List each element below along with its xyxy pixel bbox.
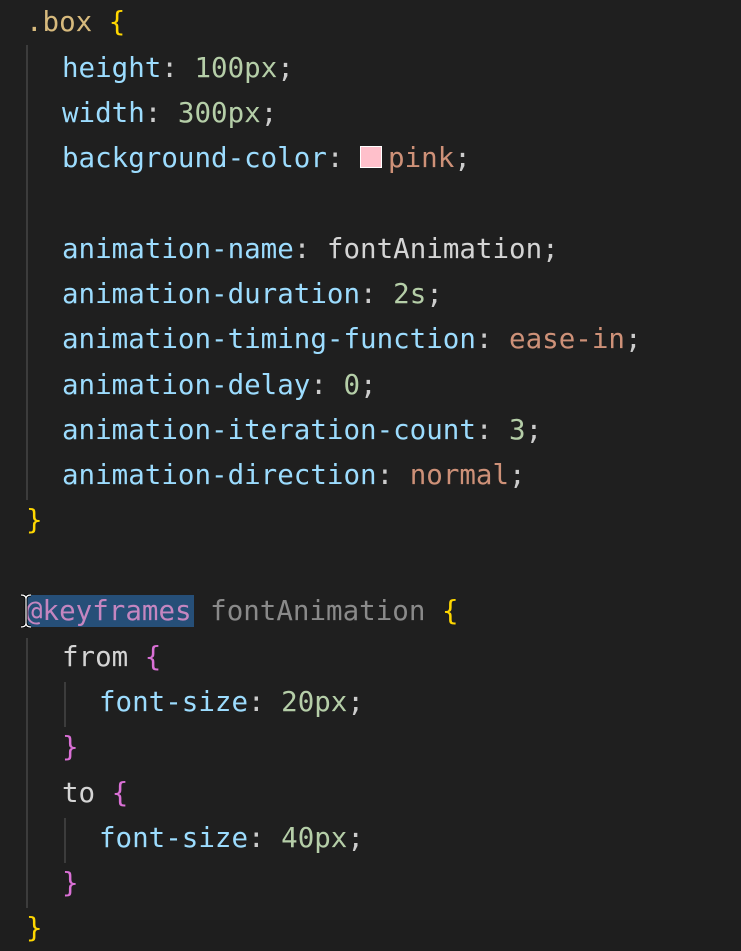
css-value: fontAnimation [326, 233, 543, 265]
css-value: ease-in [509, 323, 625, 355]
css-value: 40px [281, 822, 348, 854]
code-line-3[interactable]: width: 300px; [62, 91, 277, 136]
code-line-18[interactable]: to { [62, 771, 128, 816]
code-line-4[interactable]: background-color: pink; [62, 136, 471, 181]
css-value: normal [409, 459, 510, 491]
open-brace: { [441, 595, 459, 627]
code-line-10[interactable]: animation-iteration-count: 3; [62, 408, 542, 453]
close-brace: } [26, 912, 43, 944]
keyframe-from: from [62, 641, 129, 673]
indent-guide-from [64, 682, 66, 727]
code-line-1[interactable]: .box { [26, 0, 125, 45]
css-property: font-size [99, 822, 249, 854]
open-brace: { [144, 641, 162, 673]
css-property: animation-timing-function [62, 323, 476, 355]
css-property: background-color [62, 142, 327, 174]
open-brace: { [111, 777, 129, 809]
code-line-9[interactable]: animation-delay: 0; [62, 363, 377, 408]
css-property: width [62, 97, 145, 129]
code-line-8[interactable]: animation-timing-function: ease-in; [62, 317, 642, 362]
css-value: 20px [281, 686, 348, 718]
close-brace: } [62, 731, 79, 763]
text-cursor-icon [20, 594, 32, 628]
indent-guide-keyframes [26, 638, 28, 908]
indent-guide-box [26, 45, 28, 500]
css-property: animation-iteration-count [62, 414, 476, 446]
code-line-15[interactable]: from { [62, 635, 161, 680]
css-value: 0 [343, 369, 361, 401]
code-line-7[interactable]: animation-duration: 2s; [62, 272, 443, 317]
code-line-12[interactable]: } [26, 498, 43, 543]
open-brace: { [108, 6, 126, 38]
code-editor[interactable]: .box { height: 100px; width: 300px; back… [0, 0, 741, 944]
css-property: animation-duration [62, 278, 361, 310]
close-brace: } [62, 867, 79, 899]
css-value: 2s [393, 278, 427, 310]
code-line-6[interactable]: animation-name: fontAnimation; [62, 227, 559, 272]
css-selector: .box [26, 6, 93, 38]
keyframe-to: to [62, 777, 96, 809]
code-line-21[interactable]: } [26, 906, 43, 951]
css-value: 3 [509, 414, 526, 446]
color-swatch-icon[interactable] [360, 146, 383, 168]
indent-guide-to [64, 818, 66, 863]
css-value: 100px [194, 52, 278, 84]
code-line-17[interactable]: } [62, 725, 79, 770]
css-property: font-size [99, 686, 249, 718]
code-line-16[interactable]: font-size: 20px; [99, 680, 364, 725]
css-property: animation-name [62, 233, 294, 265]
code-line-11[interactable]: animation-direction: normal; [62, 453, 526, 498]
close-brace: } [26, 504, 43, 536]
code-line-2[interactable]: height: 100px; [62, 46, 294, 91]
css-property: height [62, 52, 162, 84]
css-value: pink [388, 142, 455, 174]
code-line-20[interactable]: } [62, 861, 79, 906]
css-value: 300px [177, 97, 261, 129]
code-line-14[interactable]: @keyframes fontAnimation { [26, 589, 459, 634]
keyframes-name: fontAnimation [210, 595, 426, 627]
css-property: animation-delay [62, 369, 311, 401]
css-property: animation-direction [62, 459, 377, 491]
keyframes-keyword-selected[interactable]: @keyframes [26, 595, 194, 627]
code-line-19[interactable]: font-size: 40px; [99, 816, 364, 861]
